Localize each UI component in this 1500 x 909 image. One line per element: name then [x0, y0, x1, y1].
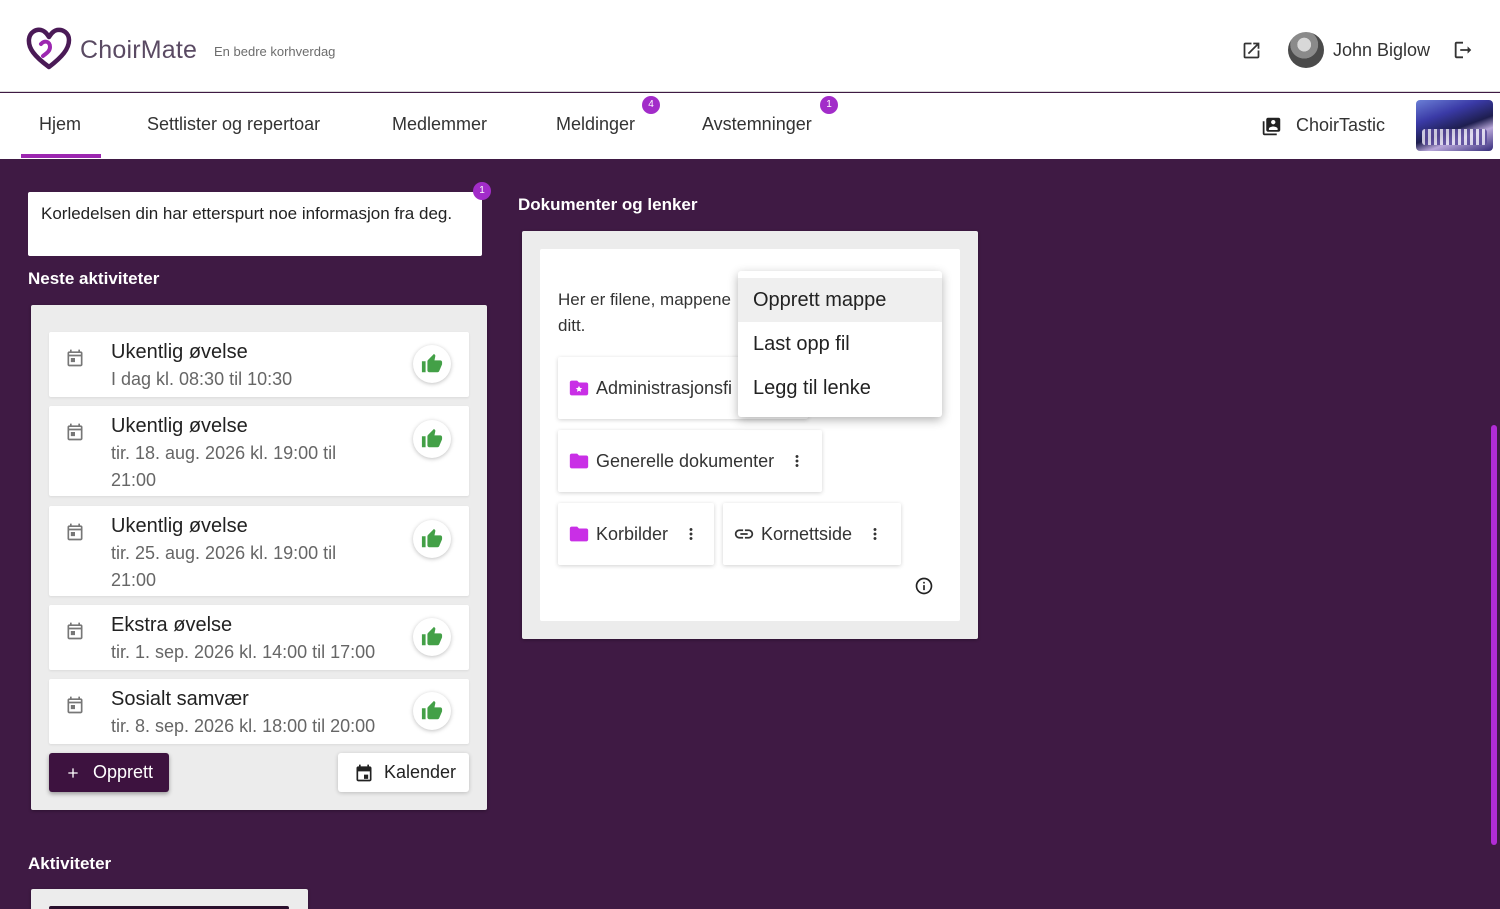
more-options-icon[interactable]	[866, 525, 884, 543]
create-activity-button[interactable]: Opprett	[49, 753, 169, 792]
folder-chip[interactable]: Generelle dokumenter	[558, 430, 822, 492]
page-scrollbar[interactable]	[1491, 425, 1497, 845]
documents-context-menu: Opprett mappe Last opp fil Legg til lenk…	[738, 271, 942, 417]
more-options-icon[interactable]	[788, 452, 806, 470]
next-activities-panel: Ukentlig øvelse I dag kl. 08:30 til 10:3…	[31, 305, 487, 810]
top-bar: ChoirMate En bedre korhverdag John Biglo…	[0, 0, 1500, 92]
folder-icon	[569, 453, 589, 469]
folder-label: Generelle dokumenter	[596, 450, 775, 471]
folder-chip[interactable]: Korbilder	[558, 503, 714, 565]
activity-title: Sosialt samvær	[111, 688, 249, 710]
open-external-icon[interactable]	[1241, 40, 1262, 61]
activity-item[interactable]: Ukentlig øvelse I dag kl. 08:30 til 10:3…	[49, 332, 469, 397]
calendar-icon	[67, 696, 83, 714]
brand-name[interactable]: ChoirMate	[80, 36, 197, 65]
avstemninger-badge: 1	[820, 96, 838, 114]
activity-item[interactable]: Sosialt samvær tir. 8. sep. 2026 kl. 18:…	[49, 679, 469, 744]
plus-icon	[68, 767, 78, 778]
link-icon	[734, 529, 754, 539]
folder-icon	[569, 526, 589, 542]
calendar-icon	[67, 423, 83, 441]
like-button[interactable]	[413, 345, 451, 383]
tab-avstemninger[interactable]: Avstemninger	[702, 114, 812, 135]
link-label: Kornettside	[761, 523, 853, 544]
choir-thumbnail[interactable]	[1416, 100, 1493, 151]
choirmate-logo-icon[interactable]	[26, 27, 72, 71]
info-icon[interactable]	[914, 576, 934, 596]
calendar-icon	[67, 622, 83, 640]
documents-intro: Her er filene, mappene ditt.	[558, 290, 731, 335]
calendar-icon	[356, 764, 372, 781]
activities-title: Aktiviteter	[28, 854, 112, 873]
activity-title: Ekstra øvelse	[111, 614, 233, 636]
logout-icon[interactable]	[1452, 39, 1474, 61]
activity-time: tir. 1. sep. 2026 kl. 14:00 til 17:00	[111, 642, 376, 662]
documents-title: Dokumenter og lenker	[518, 195, 698, 214]
thumbs-up-icon	[421, 626, 443, 646]
activity-title: Ukentlig øvelse	[111, 515, 248, 537]
main-tab-bar: Hjem Settlister og repertoar Medlemmer M…	[0, 93, 1500, 159]
tab-settlister[interactable]: Settlister og repertoar	[147, 114, 320, 135]
user-name[interactable]: John Biglow	[1333, 40, 1430, 61]
activity-item[interactable]: Ekstra øvelse tir. 1. sep. 2026 kl. 14:0…	[49, 605, 469, 670]
tab-meldinger[interactable]: Meldinger	[556, 114, 635, 135]
folder-label: Korbilder	[596, 523, 669, 544]
activity-item[interactable]: Ukentlig øvelse tir. 25. aug. 2026 kl. 1…	[49, 506, 469, 596]
choir-library-icon	[1262, 117, 1281, 136]
tab-medlemmer[interactable]: Medlemmer	[392, 114, 487, 135]
choir-name[interactable]: ChoirTastic	[1296, 115, 1385, 136]
menu-item-add-link[interactable]: Legg til lenke	[738, 366, 942, 410]
activity-item[interactable]: Ukentlig øvelse tir. 18. aug. 2026 kl. 1…	[49, 406, 469, 496]
like-button[interactable]	[413, 420, 451, 458]
like-button[interactable]	[413, 618, 451, 656]
like-button[interactable]	[413, 520, 451, 558]
create-button-label: Opprett	[93, 762, 154, 782]
more-options-icon[interactable]	[682, 525, 700, 543]
admin-folder-icon	[569, 380, 589, 396]
admin-folder-label: Administrasjonsfi	[596, 377, 733, 398]
link-chip[interactable]: Kornettside	[723, 503, 901, 565]
user-avatar[interactable]	[1288, 32, 1324, 68]
info-request-notice[interactable]: Korledelsen din har etterspurt noe infor…	[28, 192, 482, 256]
activity-time: I dag kl. 08:30 til 10:30	[111, 369, 293, 389]
thumbs-up-icon	[421, 700, 443, 720]
calendar-icon	[67, 523, 83, 541]
next-activities-title: Neste aktiviteter	[28, 269, 160, 288]
thumbs-up-icon	[421, 353, 443, 373]
notice-badge: 1	[473, 182, 491, 200]
calendar-button-label: Kalender	[384, 762, 457, 782]
activity-title: Ukentlig øvelse	[111, 415, 248, 437]
activity-time: tir. 18. aug. 2026 kl. 19:00 til 21:00	[111, 443, 337, 490]
tab-hjem[interactable]: Hjem	[39, 114, 81, 135]
active-tab-indicator	[21, 154, 101, 158]
brand-tagline: En bedre korhverdag	[214, 44, 336, 59]
activity-time: tir. 25. aug. 2026 kl. 19:00 til 21:00	[111, 543, 337, 590]
activity-title: Ukentlig øvelse	[111, 341, 248, 363]
meldinger-badge: 4	[642, 96, 660, 114]
menu-item-create-folder[interactable]: Opprett mappe	[738, 278, 942, 322]
thumbs-up-icon	[421, 428, 443, 448]
like-button[interactable]	[413, 692, 451, 730]
activity-time: tir. 8. sep. 2026 kl. 18:00 til 20:00	[111, 716, 376, 736]
calendar-button[interactable]: Kalender	[338, 753, 469, 792]
thumbs-up-icon	[421, 528, 443, 548]
calendar-icon	[67, 349, 83, 367]
menu-item-upload-file[interactable]: Last opp fil	[738, 322, 942, 366]
activities-panel	[31, 889, 308, 909]
